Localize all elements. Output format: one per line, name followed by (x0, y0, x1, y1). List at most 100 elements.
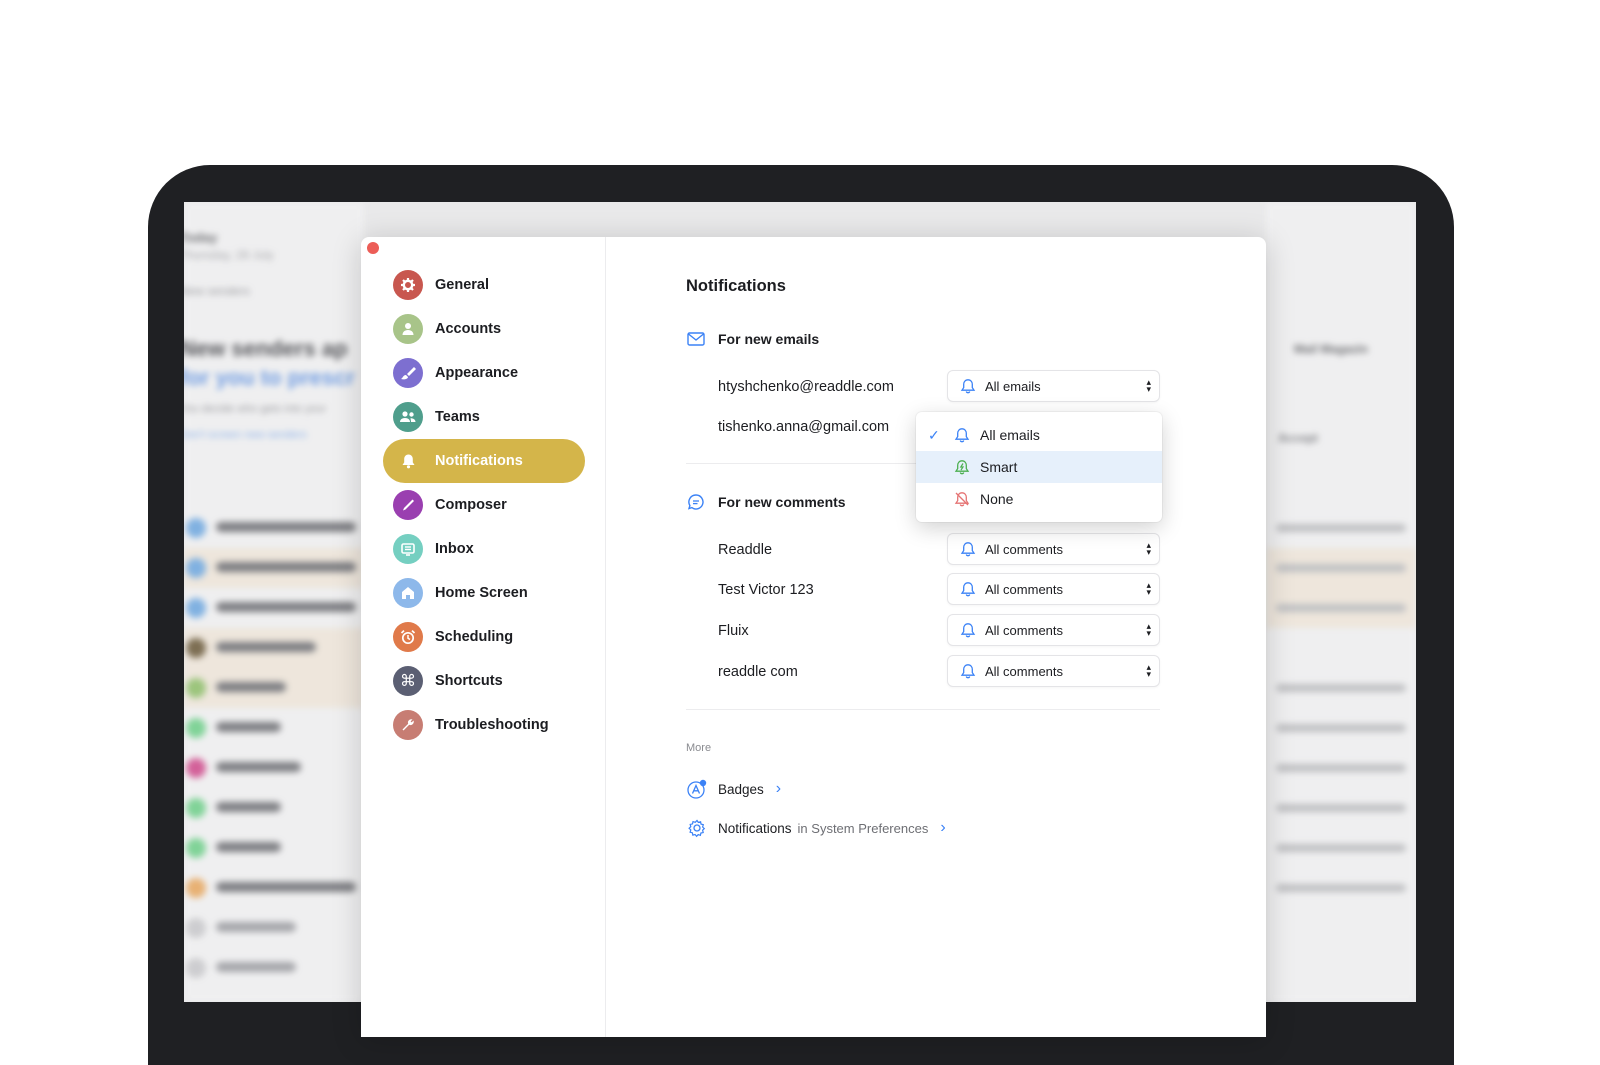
dropdown-option-none[interactable]: None (916, 483, 1162, 515)
comment-bubble-icon (686, 492, 706, 512)
bg-list-item (184, 908, 364, 948)
sysprefs-sub-label: in System Preferences (797, 820, 929, 836)
option-label: None (980, 491, 1014, 507)
bell-icon (960, 663, 976, 679)
bg-list-item (184, 748, 364, 788)
emails-section-header: For new emails (686, 329, 819, 349)
section-heading: For new emails (718, 331, 820, 347)
bg-accept: Accept (1278, 431, 1319, 445)
bg-filter: New senders (184, 284, 251, 298)
badges-link[interactable]: Badges › (686, 778, 781, 800)
sidebar-item-troubleshooting[interactable]: Troubleshooting (383, 703, 585, 747)
sidebar-item-inbox[interactable]: Inbox (383, 527, 585, 571)
sidebar-item-shortcuts[interactable]: ⌘ Shortcuts (383, 659, 585, 703)
more-heading: More (686, 742, 712, 754)
sidebar-item-label: Appearance (435, 365, 519, 381)
bg-header-title: Today (184, 230, 218, 245)
comment-notification-select[interactable]: All comments ▴ ▾ (947, 614, 1160, 646)
select-value: All comments (985, 581, 1064, 597)
page-title: Notifications (686, 277, 786, 295)
bg-hero-line3: You decide who gets into your (184, 403, 327, 415)
select-value: All comments (985, 663, 1064, 679)
divider (686, 709, 1160, 710)
gear-icon (393, 270, 423, 300)
sidebar-item-scheduling[interactable]: Scheduling (383, 615, 585, 659)
updown-caret-icon: ▴ ▾ (1146, 621, 1151, 638)
bell-icon (954, 427, 970, 443)
sidebar-item-teams[interactable]: Teams (383, 395, 585, 439)
sidebar-item-general[interactable]: General (383, 263, 585, 307)
account-label: htyshchenko@readdle.com (718, 379, 894, 395)
smart-bell-icon (954, 459, 970, 475)
envelope-icon (686, 329, 706, 349)
email-notification-select[interactable]: All emails ▴ ▾ (947, 370, 1160, 402)
sidebar-item-label: Scheduling (435, 629, 514, 645)
system-preferences-link[interactable]: Notifications in System Preferences › (686, 817, 946, 839)
account-label: readdle com (718, 664, 798, 680)
bg-right-item (1266, 828, 1416, 868)
dropdown-option-smart[interactable]: Smart (916, 451, 1162, 483)
option-label: All emails (980, 427, 1040, 443)
updown-caret-icon: ▴ ▾ (1146, 662, 1151, 679)
pen-icon (393, 490, 423, 520)
alarm-clock-icon (393, 622, 423, 652)
settings-sidebar: General Accounts Appearance Teams Notifi… (361, 237, 606, 1037)
badge-app-icon (686, 778, 708, 800)
bg-list-item (184, 588, 364, 628)
sidebar-item-label: Shortcuts (435, 673, 503, 689)
settings-window: General Accounts Appearance Teams Notifi… (361, 237, 1266, 1037)
bg-right-title: Mail Magazin (1294, 342, 1369, 356)
updown-caret-icon: ▴ ▾ (1146, 540, 1151, 557)
account-label: Readdle (718, 542, 773, 558)
bg-hero-line2: for you to prescr (184, 365, 355, 390)
sidebar-item-label: Teams (435, 409, 480, 425)
bg-right-item (1266, 668, 1416, 708)
comment-notification-select[interactable]: All comments ▴ ▾ (947, 573, 1160, 605)
bg-right-item (1266, 748, 1416, 788)
bg-right-item (1266, 588, 1416, 628)
sidebar-item-notifications[interactable]: Notifications (383, 439, 585, 483)
chevron-right-icon: › (775, 780, 782, 797)
account-label: Fluix (718, 623, 749, 639)
option-label: Smart (980, 459, 1018, 475)
bell-icon (960, 581, 976, 597)
comment-notification-select[interactable]: All comments ▴ ▾ (947, 533, 1160, 565)
dropdown-option-all-emails[interactable]: ✓ All emails (916, 419, 1162, 451)
bg-list-item (184, 668, 364, 708)
sysprefs-label: Notifications (718, 820, 792, 836)
bg-right-item (1266, 548, 1416, 588)
sidebar-item-home-screen[interactable]: Home Screen (383, 571, 585, 615)
badges-label: Badges (718, 781, 764, 797)
sidebar-item-composer[interactable]: Composer (383, 483, 585, 527)
updown-caret-icon: ▴ ▾ (1146, 580, 1151, 597)
bg-right-item (1266, 708, 1416, 748)
bg-right-item (1266, 868, 1416, 908)
bg-list-item (184, 508, 364, 548)
sidebar-item-appearance[interactable]: Appearance (383, 351, 585, 395)
checkmark-icon: ✓ (928, 426, 940, 443)
select-value: All comments (985, 541, 1064, 557)
sidebar-item-label: Accounts (435, 321, 502, 337)
bg-right-item (1266, 508, 1416, 548)
sidebar-item-label: Notifications (435, 453, 523, 469)
bell-off-icon (954, 491, 970, 507)
comment-notification-select[interactable]: All comments ▴ ▾ (947, 655, 1160, 687)
bg-list-item (184, 628, 364, 668)
bg-list-item (184, 828, 364, 868)
inbox-icon (393, 534, 423, 564)
bell-icon (960, 378, 976, 394)
select-value: All comments (985, 622, 1064, 638)
sidebar-item-label: Troubleshooting (435, 717, 549, 733)
bg-list-item (184, 868, 364, 908)
person-icon (393, 314, 423, 344)
select-value: All emails (985, 378, 1041, 394)
comments-section-header: For new comments (686, 492, 846, 512)
section-heading: For new comments (718, 494, 846, 510)
gear-icon (686, 817, 708, 839)
bell-icon (393, 446, 423, 476)
bg-list-item (184, 708, 364, 748)
sidebar-item-label: General (435, 277, 489, 293)
sidebar-item-accounts[interactable]: Accounts (383, 307, 585, 351)
account-label: tishenko.anna@gmail.com (718, 419, 890, 435)
bell-icon (960, 622, 976, 638)
